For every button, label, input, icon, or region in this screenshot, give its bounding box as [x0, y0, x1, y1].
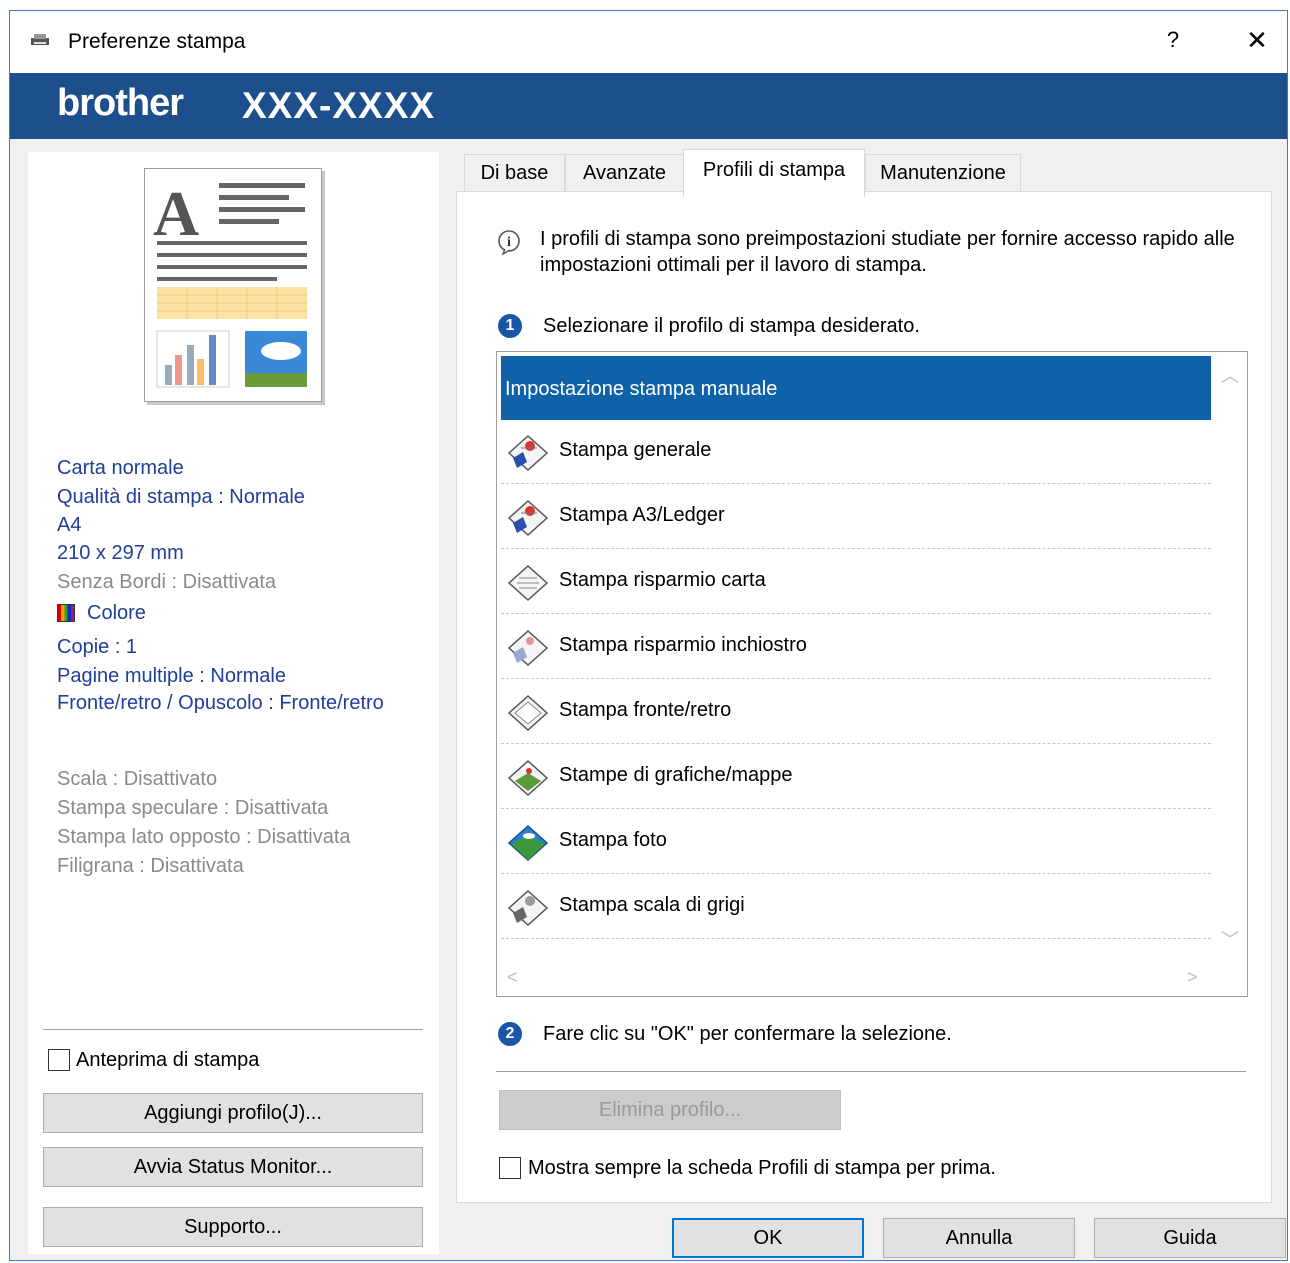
brand-logo: brother: [57, 82, 184, 124]
list-item-label: Stampa generale: [559, 439, 712, 461]
watermark-setting: Filigrana : Disattivata: [57, 855, 244, 877]
support-button[interactable]: Supporto...: [43, 1207, 423, 1247]
horizontal-scrollbar[interactable]: < >: [497, 962, 1247, 996]
list-item[interactable]: Stampa A3/Ledger: [501, 485, 1211, 549]
brand-banner: brother XXX-XXXX: [10, 73, 1287, 139]
graphics-maps-icon: [507, 759, 549, 797]
print-profile-list[interactable]: Impostazione stampa manuale Stampa gener…: [496, 351, 1248, 997]
list-item[interactable]: Stampa risparmio carta: [501, 550, 1211, 614]
help-button[interactable]: ?: [1158, 27, 1188, 53]
mirror-print-setting: Stampa speculare : Disattivata: [57, 797, 329, 819]
print-preview-label[interactable]: Anteprima di stampa: [76, 1049, 259, 1072]
general-print-icon: [507, 434, 549, 472]
scroll-down-icon[interactable]: ﹀: [1221, 926, 1239, 952]
scale-setting: Scala : Disattivato: [57, 768, 218, 790]
info-icon: i: [498, 230, 520, 255]
list-item[interactable]: Stampa fronte/retro: [501, 680, 1211, 744]
cancel-button[interactable]: Annulla: [883, 1218, 1075, 1258]
list-item[interactable]: Stampa scala di grigi: [501, 875, 1211, 939]
list-item[interactable]: Stampa generale: [501, 420, 1211, 484]
step-1-text: Selezionare il profilo di stampa desider…: [543, 315, 920, 337]
scroll-up-icon[interactable]: ︿: [1221, 362, 1239, 388]
window-title: Preferenze stampa: [68, 30, 246, 53]
paper-saving-icon: [507, 564, 549, 602]
scroll-left-icon[interactable]: <: [507, 967, 518, 988]
list-item-label: Impostazione stampa manuale: [505, 378, 778, 400]
scroll-right-icon[interactable]: >: [1187, 967, 1198, 988]
a3-ledger-print-icon: [507, 499, 549, 537]
tab-print-profiles[interactable]: Profili di stampa: [683, 149, 865, 197]
list-item-label: Stampa A3/Ledger: [559, 504, 725, 526]
color-mode: Colore: [57, 602, 146, 625]
grayscale-print-icon: [507, 889, 549, 927]
list-item-label: Stampa scala di grigi: [559, 894, 745, 916]
list-item[interactable]: Stampe di grafiche/mappe: [501, 745, 1211, 809]
duplex-booklet: Fronte/retro / Opuscolo : Fronte/retro: [57, 692, 384, 714]
status-monitor-button[interactable]: Avvia Status Monitor...: [43, 1147, 423, 1187]
title-bar: Preferenze stampa ? ✕: [10, 11, 1287, 73]
help-guide-button[interactable]: Guida: [1094, 1218, 1286, 1258]
multiple-pages: Pagine multiple : Normale: [57, 665, 286, 687]
list-item-selected[interactable]: Impostazione stampa manuale: [501, 356, 1211, 420]
ink-saving-icon: [507, 629, 549, 667]
step-1-badge: 1: [498, 314, 522, 338]
printer-icon: [31, 34, 49, 45]
color-icon: [57, 604, 75, 622]
document-preview-icon: A: [153, 178, 307, 388]
ok-button[interactable]: OK: [672, 1218, 864, 1258]
always-show-profiles-checkbox[interactable]: [499, 1157, 521, 1179]
print-preview-checkbox[interactable]: [48, 1049, 70, 1071]
page-preview-image: A: [144, 168, 322, 402]
list-item-label: Stampa foto: [559, 829, 667, 851]
list-item-label: Stampa fronte/retro: [559, 699, 732, 721]
info-text-line2: impostazioni ottimali per il lavoro di s…: [540, 254, 927, 276]
list-item-label: Stampe di grafiche/mappe: [559, 764, 793, 786]
list-item-label: Stampa risparmio inchiostro: [559, 634, 807, 656]
paper-dimensions: 210 x 297 mm: [57, 542, 184, 564]
vertical-scrollbar[interactable]: ︿ ﹀: [1213, 352, 1247, 962]
step-2-text: Fare clic su "OK" per confermare la sele…: [543, 1023, 952, 1045]
tab-basic[interactable]: Di base: [464, 154, 565, 192]
paper-type: Carta normale: [57, 457, 184, 479]
tab-maintenance[interactable]: Manutenzione: [865, 154, 1021, 192]
duplex-print-icon: [507, 694, 549, 732]
panel-divider: [496, 1071, 1246, 1072]
add-profile-button[interactable]: Aggiungi profilo(J)...: [43, 1093, 423, 1133]
svg-text:i: i: [507, 235, 511, 250]
close-button[interactable]: ✕: [1242, 25, 1272, 56]
color-label: Colore: [87, 602, 146, 624]
list-item-label: Stampa risparmio carta: [559, 569, 766, 591]
list-item[interactable]: Stampa risparmio inchiostro: [501, 615, 1211, 679]
list-item[interactable]: Stampa foto: [501, 810, 1211, 874]
photo-print-icon: [507, 824, 549, 862]
model-name: XXX-XXXX: [242, 85, 436, 126]
info-text-line1: I profili di stampa sono preimpostazioni…: [540, 228, 1235, 250]
reverse-print-setting: Stampa lato opposto : Disattivata: [57, 826, 351, 848]
paper-size: A4: [57, 514, 82, 536]
always-show-profiles-label[interactable]: Mostra sempre la scheda Profili di stamp…: [528, 1155, 996, 1181]
tab-advanced[interactable]: Avanzate: [565, 154, 684, 192]
borderless-setting: Senza Bordi : Disattivata: [57, 571, 276, 593]
settings-summary-panel: A Carta normale Qualità di stampa: Norm…: [28, 152, 439, 1254]
step-2-badge: 2: [498, 1022, 522, 1046]
delete-profile-button[interactable]: Elimina profilo...: [499, 1090, 841, 1130]
left-divider: [43, 1029, 423, 1030]
print-quality: Qualità di stampa : Normale: [57, 486, 305, 508]
print-preferences-window: Preferenze stampa ? ✕ brother XXX-XXXX A: [9, 10, 1288, 1261]
copies: Copie : 1: [57, 636, 138, 658]
svg-text:A: A: [153, 178, 199, 249]
